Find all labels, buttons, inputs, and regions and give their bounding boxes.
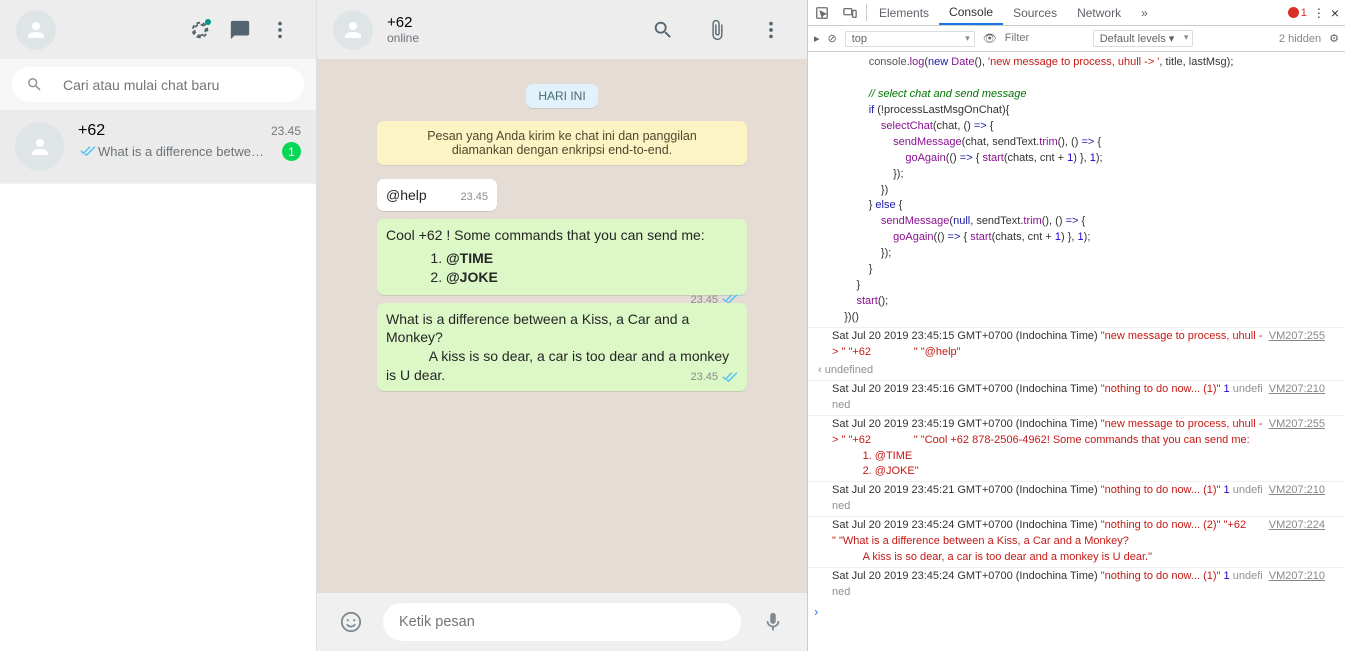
status-icon[interactable] — [180, 10, 220, 50]
unread-badge: 1 — [282, 142, 301, 161]
devtools-close-icon[interactable]: × — [1331, 5, 1339, 21]
sidebar-header — [0, 0, 316, 59]
chat-menu-icon[interactable] — [751, 10, 791, 50]
tab-more[interactable]: » — [1131, 0, 1158, 25]
console-undefined: ‹ undefined — [808, 362, 1345, 380]
compose-bar — [317, 593, 807, 651]
tab-console[interactable]: Console — [939, 0, 1003, 25]
chat-header: +62 online — [317, 0, 807, 59]
console-log: VM207:210Sat Jul 20 2019 23:45:24 GMT+07… — [808, 567, 1345, 602]
message-text: Cool +62 ! Some commands that you can se… — [386, 227, 705, 243]
command-joke: @JOKE — [446, 269, 498, 285]
console-log: VM207:224Sat Jul 20 2019 23:45:24 GMT+07… — [808, 516, 1345, 567]
console-sidebar-icon[interactable]: ▸ — [814, 32, 820, 45]
new-chat-icon[interactable] — [220, 10, 260, 50]
messages-area[interactable]: HARI INI Pesan yang Anda kirim ke chat i… — [317, 59, 807, 593]
live-expression-icon[interactable]: 👁 — [983, 32, 997, 45]
attach-icon[interactable] — [697, 10, 737, 50]
chat-status: online — [387, 31, 629, 45]
levels-selector[interactable]: Default levels ▾ — [1093, 30, 1194, 47]
chat-panel: +62 online HARI INI Pesan yang Anda kiri… — [317, 0, 807, 651]
menu-icon[interactable] — [260, 10, 300, 50]
device-icon[interactable] — [836, 0, 864, 25]
search-input[interactable] — [63, 77, 290, 93]
context-selector[interactable]: top — [845, 31, 975, 47]
mic-icon[interactable] — [753, 602, 793, 642]
encryption-notice: Pesan yang Anda kirim ke chat ini dan pa… — [377, 121, 747, 165]
chat-avatar[interactable] — [333, 10, 373, 50]
search-wrap[interactable] — [12, 67, 304, 102]
clear-console-icon[interactable]: ⊘ — [828, 32, 837, 45]
inspect-icon[interactable] — [808, 0, 836, 25]
message-outgoing[interactable]: Cool +62 ! Some commands that you can se… — [377, 219, 747, 295]
chat-search-icon[interactable] — [643, 10, 683, 50]
search-icon — [26, 76, 43, 93]
command-time: @TIME — [446, 250, 493, 266]
tab-elements[interactable]: Elements — [869, 0, 939, 25]
devtools-menu-icon[interactable]: ⋮ — [1313, 6, 1325, 20]
compose-input-wrap[interactable] — [383, 603, 741, 641]
console-log: VM207:210Sat Jul 20 2019 23:45:16 GMT+07… — [808, 380, 1345, 415]
chat-title: +62 — [387, 14, 629, 31]
contact-avatar — [15, 122, 64, 171]
console-toolbar: ▸ ⊘ top 👁 Default levels ▾ 2 hidden ⚙ — [808, 26, 1345, 52]
chat-time: 23.45 — [271, 124, 301, 138]
read-receipt-icon — [78, 145, 96, 159]
console-prompt[interactable]: › — [808, 602, 1345, 621]
emoji-icon[interactable] — [331, 602, 371, 642]
tab-network[interactable]: Network — [1067, 0, 1131, 25]
message-text: What is a difference between a Kiss, a C… — [386, 311, 733, 384]
console-log: VM207:255Sat Jul 20 2019 23:45:15 GMT+07… — [808, 327, 1345, 362]
chat-list: +62 23.45 What is a difference betwe… 1 — [0, 110, 316, 651]
code-block: console.log(new Date(), 'new message to … — [808, 54, 1345, 327]
hidden-count: 2 hidden — [1279, 33, 1321, 45]
filter-input[interactable] — [1005, 32, 1085, 45]
devtools-tabs: Elements Console Sources Network » 1 ⋮ × — [808, 0, 1345, 26]
read-receipt-icon — [720, 371, 738, 385]
message-time: 23.45 — [690, 370, 738, 385]
message-time: 23.45 — [460, 190, 488, 205]
chat-header-info[interactable]: +62 online — [387, 14, 629, 45]
date-separator: HARI INI — [377, 87, 747, 105]
tab-sources[interactable]: Sources — [1003, 0, 1067, 25]
message-input[interactable] — [399, 614, 725, 630]
console-log: VM207:210Sat Jul 20 2019 23:45:21 GMT+07… — [808, 481, 1345, 516]
status-dot — [205, 19, 211, 25]
chat-preview: What is a difference betwe… — [78, 144, 264, 159]
chat-list-panel: +62 23.45 What is a difference betwe… 1 — [0, 0, 317, 651]
chat-name: +62 — [78, 122, 105, 140]
message-incoming[interactable]: @help 23.45 — [377, 179, 497, 211]
devtools-panel: Elements Console Sources Network » 1 ⋮ ×… — [807, 0, 1345, 651]
error-count[interactable]: 1 — [1288, 7, 1307, 19]
search-bar — [0, 59, 316, 110]
chat-list-item[interactable]: +62 23.45 What is a difference betwe… 1 — [0, 110, 316, 184]
settings-icon[interactable]: ⚙ — [1329, 32, 1339, 45]
console-log: VM207:255Sat Jul 20 2019 23:45:19 GMT+07… — [808, 415, 1345, 482]
self-avatar[interactable] — [16, 10, 56, 50]
message-outgoing[interactable]: What is a difference between a Kiss, a C… — [377, 303, 747, 392]
console-output[interactable]: console.log(new Date(), 'new message to … — [808, 52, 1345, 651]
message-text: @help — [386, 187, 427, 203]
